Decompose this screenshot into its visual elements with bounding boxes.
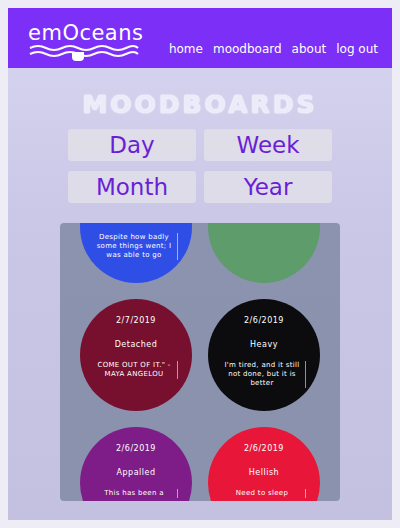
- mood-circle[interactable]: 2/6/2019 Hellish Need to sleep: [208, 427, 320, 501]
- mood-note[interactable]: This has been a: [94, 489, 178, 498]
- mood-circle[interactable]: 2/7/2019 Detached COME OUT OF IT." - MAYA …: [80, 299, 192, 411]
- range-button[interactable]: Day: [68, 129, 196, 161]
- range-button[interactable]: Week: [204, 129, 332, 161]
- page: emOceans home moodboard about log out MOODB…: [8, 8, 392, 520]
- mood-grid: Despite how badly some things went; I wa…: [60, 223, 340, 501]
- nav-link[interactable]: log out: [336, 42, 378, 56]
- mood-circle[interactable]: [208, 223, 320, 283]
- nav-link[interactable]: home: [169, 42, 203, 56]
- mood-circle[interactable]: 2/6/2019 Heavy I'm tired, and it still not…: [208, 299, 320, 411]
- mood-note[interactable]: Need to sleep: [222, 489, 306, 498]
- mood-note[interactable]: I'm tired, and it still not done, but it…: [222, 361, 306, 388]
- range-button[interactable]: Month: [68, 171, 196, 203]
- logo[interactable]: emOceans: [28, 23, 144, 62]
- mood-name: Detached: [115, 339, 158, 351]
- mood-date: 2/6/2019: [244, 315, 284, 327]
- moodboard-panel[interactable]: Despite how badly some things went; I wa…: [60, 223, 340, 501]
- mood-date: 2/7/2019: [116, 315, 156, 327]
- mood-note[interactable]: Despite how badly some things went; I wa…: [94, 233, 178, 260]
- mood-name: Hellish: [249, 467, 279, 479]
- mood-date: 2/6/2019: [244, 443, 284, 455]
- nav: home moodboard about log out: [169, 42, 378, 56]
- nav-link[interactable]: about: [292, 42, 327, 56]
- logo-text[interactable]: emOceans: [28, 23, 144, 44]
- mood-circle[interactable]: Despite how badly some things went; I wa…: [80, 223, 192, 283]
- header: emOceans home moodboard about log out: [8, 8, 392, 68]
- range-button[interactable]: Year: [204, 171, 332, 203]
- nav-link[interactable]: moodboard: [213, 42, 282, 56]
- waves-icon: [28, 44, 140, 62]
- range-buttons: DayWeekMonthYear: [8, 129, 392, 203]
- page-title: MOODBOARDS: [8, 90, 392, 119]
- mood-date: 2/6/2019: [116, 443, 156, 455]
- mood-name: Appalled: [117, 467, 156, 479]
- mood-circle[interactable]: 2/6/2019 Appalled This has been a: [80, 427, 192, 501]
- mood-note[interactable]: COME OUT OF IT." - MAYA ANGELOU: [94, 361, 178, 379]
- mood-name: Heavy: [250, 339, 278, 351]
